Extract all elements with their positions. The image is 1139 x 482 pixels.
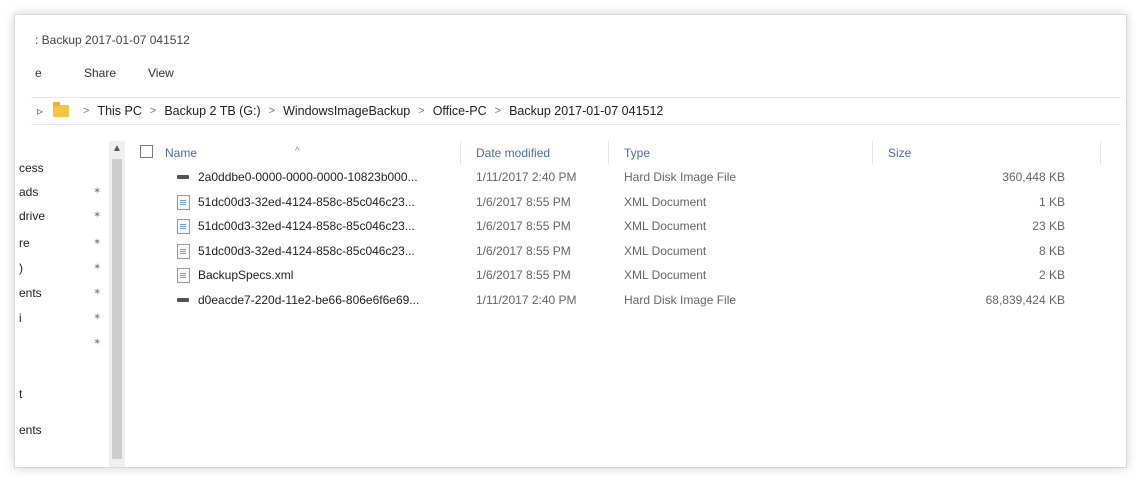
file-name[interactable]: BackupSpecs.xml bbox=[198, 268, 293, 282]
pin-icon: ✶ bbox=[93, 337, 102, 348]
file-date: 1/6/2017 8:55 PM bbox=[476, 243, 571, 258]
back-arrow-icon[interactable]: ▹ bbox=[31, 104, 49, 118]
breadcrumb-backup-drive[interactable]: Backup 2 TB (G:) bbox=[164, 104, 260, 118]
nav-item-9[interactable]: t bbox=[19, 387, 22, 401]
ribbon-tab-file[interactable]: e bbox=[35, 66, 42, 80]
file-name[interactable]: 2a0ddbe0-0000-0000-0000-10823b000... bbox=[198, 170, 418, 184]
file-size: 68,839,424 KB bbox=[985, 292, 1065, 307]
window-title: : Backup 2017-01-07 041512 bbox=[35, 33, 190, 47]
chevron-right-icon: > bbox=[268, 105, 276, 117]
file-row[interactable]: 51dc00d3-32ed-4124-858c-85c046c23... 1/6… bbox=[137, 239, 1107, 264]
column-divider[interactable] bbox=[460, 141, 461, 165]
file-date: 1/11/2017 2:40 PM bbox=[476, 292, 577, 307]
file-explorer-window: : Backup 2017-01-07 041512 e Share View … bbox=[14, 14, 1127, 468]
nav-item-drive[interactable]: drive bbox=[19, 209, 45, 223]
column-divider[interactable] bbox=[872, 141, 873, 165]
select-all-checkbox[interactable] bbox=[140, 145, 153, 158]
file-name[interactable]: 51dc00d3-32ed-4124-858c-85c046c23... bbox=[198, 244, 415, 258]
file-row[interactable]: d0eacde7-220d-11e2-be66-806e6f6e69... 1/… bbox=[137, 288, 1107, 313]
xml-file-icon bbox=[177, 243, 190, 259]
file-row[interactable]: 51dc00d3-32ed-4124-858c-85c046c23... 1/6… bbox=[137, 214, 1107, 239]
ribbon-tab-share[interactable]: Share bbox=[84, 66, 116, 80]
breadcrumb-windowsimagebackup[interactable]: WindowsImageBackup bbox=[283, 104, 410, 118]
sort-ascending-icon: ^ bbox=[295, 146, 300, 157]
file-size: 1 KB bbox=[1038, 194, 1065, 209]
file-date: 1/6/2017 8:55 PM bbox=[476, 194, 571, 209]
file-row[interactable]: 2a0ddbe0-0000-0000-0000-10823b000... 1/1… bbox=[137, 165, 1107, 190]
nav-item-3[interactable]: re bbox=[19, 236, 30, 250]
hard-disk-icon bbox=[177, 175, 189, 179]
chevron-right-icon: > bbox=[418, 105, 425, 117]
pin-icon: ✶ bbox=[93, 287, 102, 298]
nav-item-4[interactable]: ) bbox=[19, 261, 23, 275]
file-name[interactable]: d0eacde7-220d-11e2-be66-806e6f6e69... bbox=[198, 293, 419, 307]
folder-icon bbox=[53, 102, 69, 117]
column-header-size[interactable]: Size bbox=[888, 146, 911, 160]
file-date: 1/11/2017 2:40 PM bbox=[476, 170, 577, 184]
file-date: 1/6/2017 8:55 PM bbox=[476, 268, 571, 282]
scroll-up-icon[interactable]: ▲ bbox=[109, 141, 125, 157]
column-header-date-modified[interactable]: Date modified bbox=[476, 146, 550, 160]
breadcrumb-backup-folder[interactable]: Backup 2017-01-07 041512 bbox=[509, 104, 663, 118]
column-divider[interactable] bbox=[1100, 141, 1101, 165]
file-type: XML Document bbox=[624, 219, 707, 233]
nav-item-downloads[interactable]: ads bbox=[19, 185, 38, 199]
pin-icon: ✶ bbox=[93, 312, 102, 323]
nav-item-quick-access[interactable]: cess bbox=[19, 161, 44, 175]
nav-item-documents[interactable]: ents bbox=[19, 286, 42, 300]
file-type: Hard Disk Image File bbox=[624, 292, 737, 307]
file-name[interactable]: 51dc00d3-32ed-4124-858c-85c046c23... bbox=[198, 219, 415, 233]
file-type: XML Document bbox=[624, 243, 707, 258]
address-bar[interactable]: ▹ > This PC > Backup 2 TB (G:) > Windows… bbox=[31, 97, 1121, 125]
file-row[interactable]: BackupSpecs.xml 1/6/2017 8:55 PM XML Doc… bbox=[137, 263, 1107, 288]
file-size: 2 KB bbox=[1038, 268, 1065, 282]
scroll-thumb[interactable] bbox=[112, 159, 122, 459]
breadcrumb-office-pc[interactable]: Office-PC bbox=[433, 104, 487, 118]
hard-disk-icon bbox=[177, 297, 189, 302]
chevron-right-icon: > bbox=[149, 105, 157, 117]
ribbon-tab-view[interactable]: View bbox=[148, 66, 174, 80]
file-size: 23 KB bbox=[1032, 219, 1065, 233]
file-type: Hard Disk Image File bbox=[624, 170, 737, 184]
file-date: 1/6/2017 8:55 PM bbox=[476, 219, 571, 233]
column-header-name[interactable]: Name bbox=[165, 146, 197, 160]
pin-icon: ✶ bbox=[93, 262, 102, 273]
column-header-row: Name ^ Date modified Type Size bbox=[137, 141, 1107, 165]
file-list: Name ^ Date modified Type Size 2a0ddbe0-… bbox=[137, 141, 1107, 312]
breadcrumb-this-pc[interactable]: This PC bbox=[97, 104, 141, 118]
xml-file-icon bbox=[177, 268, 190, 283]
file-row[interactable]: 51dc00d3-32ed-4124-858c-85c046c23... 1/6… bbox=[137, 190, 1107, 215]
column-header-type[interactable]: Type bbox=[624, 146, 650, 160]
chevron-right-icon: > bbox=[494, 105, 502, 117]
file-type: XML Document bbox=[624, 268, 707, 282]
column-divider[interactable] bbox=[608, 141, 609, 165]
pin-icon: ✶ bbox=[93, 237, 102, 248]
pin-icon: ✶ bbox=[93, 186, 102, 197]
xml-file-icon bbox=[177, 194, 190, 210]
file-size: 8 KB bbox=[1038, 243, 1065, 258]
file-type: XML Document bbox=[624, 194, 707, 209]
nav-item-documents-2[interactable]: ents bbox=[19, 423, 42, 437]
nav-scrollbar[interactable]: ▲ bbox=[109, 141, 125, 467]
chevron-right-icon: > bbox=[83, 105, 90, 117]
file-size: 360,448 KB bbox=[1002, 170, 1065, 184]
xml-file-icon bbox=[177, 219, 190, 234]
nav-item-6[interactable]: i bbox=[19, 311, 22, 325]
file-name[interactable]: 51dc00d3-32ed-4124-858c-85c046c23... bbox=[198, 195, 415, 209]
pin-icon: ✶ bbox=[93, 210, 102, 221]
